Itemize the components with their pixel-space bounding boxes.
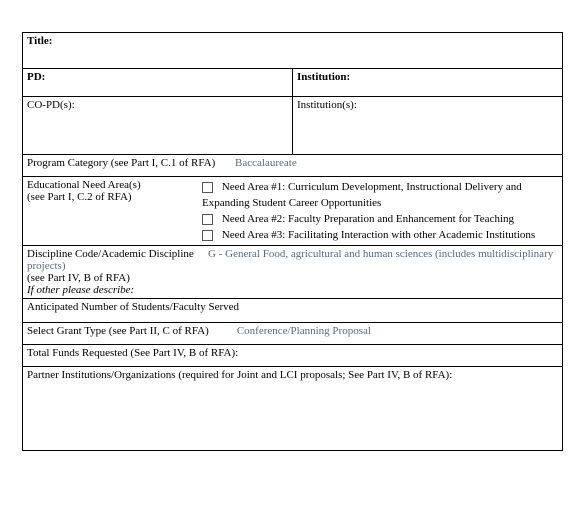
need-area-checkbox-1[interactable] — [202, 182, 213, 193]
grant-type-value: Conference/Planning Proposal — [231, 325, 371, 337]
pd-label: PD: — [27, 71, 45, 83]
form-container: Title: PD: Institution: CO-PD(s): Instit… — [0, 0, 585, 461]
need-area-text-2: Need Area #2: Faculty Preparation and En… — [222, 213, 514, 225]
need-area-row-3: Need Area #3: Facilitating Interaction w… — [202, 227, 558, 243]
institution-cell[interactable]: Institution: — [293, 69, 563, 97]
need-area-line1: Educational Need Area(s) — [27, 179, 141, 191]
program-category-cell[interactable]: Program Category (see Part I, C.1 of RFA… — [23, 155, 563, 177]
program-category-label: Program Category (see Part I, C.1 of RFA… — [27, 157, 215, 169]
anticipated-cell[interactable]: Anticipated Number of Students/Faculty S… — [23, 299, 563, 323]
title-label: Title: — [27, 35, 52, 47]
copd-label: CO-PD(s): — [27, 99, 75, 111]
pd-cell[interactable]: PD: — [23, 69, 293, 97]
discipline-line1: Discipline Code/Academic Discipline — [27, 248, 194, 260]
program-category-value: Baccalaureate — [229, 157, 297, 169]
need-area-text-3: Need Area #3: Facilitating Interaction w… — [222, 229, 535, 241]
need-area-line2: (see Part I, C.2 of RFA) — [27, 191, 132, 203]
title-cell[interactable]: Title: — [23, 33, 563, 69]
total-funds-label: Total Funds Requested (See Part IV, B of… — [27, 347, 238, 359]
need-area-row-2: Need Area #2: Faculty Preparation and En… — [202, 211, 558, 227]
discipline-line2: (see Part IV, B of RFA) — [27, 272, 558, 284]
grant-type-label: Select Grant Type (see Part II, C of RFA… — [27, 325, 209, 337]
anticipated-label: Anticipated Number of Students/Faculty S… — [27, 301, 239, 313]
discipline-cell[interactable]: Discipline Code/Academic Discipline G - … — [23, 246, 563, 299]
discipline-other: If other please describe: — [27, 284, 558, 296]
institutions-cell[interactable]: Institution(s): — [293, 97, 563, 155]
grant-type-cell[interactable]: Select Grant Type (see Part II, C of RFA… — [23, 323, 563, 345]
institutions-label: Institution(s): — [297, 99, 357, 111]
need-area-cell: Educational Need Area(s) (see Part I, C.… — [23, 177, 563, 246]
partner-label: Partner Institutions/Organizations (requ… — [27, 369, 452, 381]
institution-label: Institution: — [297, 71, 350, 83]
need-area-options: Need Area #1: Curriculum Development, In… — [198, 177, 562, 245]
need-area-checkbox-3[interactable] — [202, 230, 213, 241]
need-area-text-1: Need Area #1: Curriculum Development, In… — [202, 181, 522, 209]
partner-cell[interactable]: Partner Institutions/Organizations (requ… — [23, 367, 563, 451]
form-table: Title: PD: Institution: CO-PD(s): Instit… — [22, 32, 563, 451]
need-area-row-1: Need Area #1: Curriculum Development, In… — [202, 179, 558, 211]
total-funds-cell[interactable]: Total Funds Requested (See Part IV, B of… — [23, 345, 563, 367]
copd-cell[interactable]: CO-PD(s): — [23, 97, 293, 155]
need-area-side: Educational Need Area(s) (see Part I, C.… — [23, 177, 198, 245]
need-area-checkbox-2[interactable] — [202, 214, 213, 225]
